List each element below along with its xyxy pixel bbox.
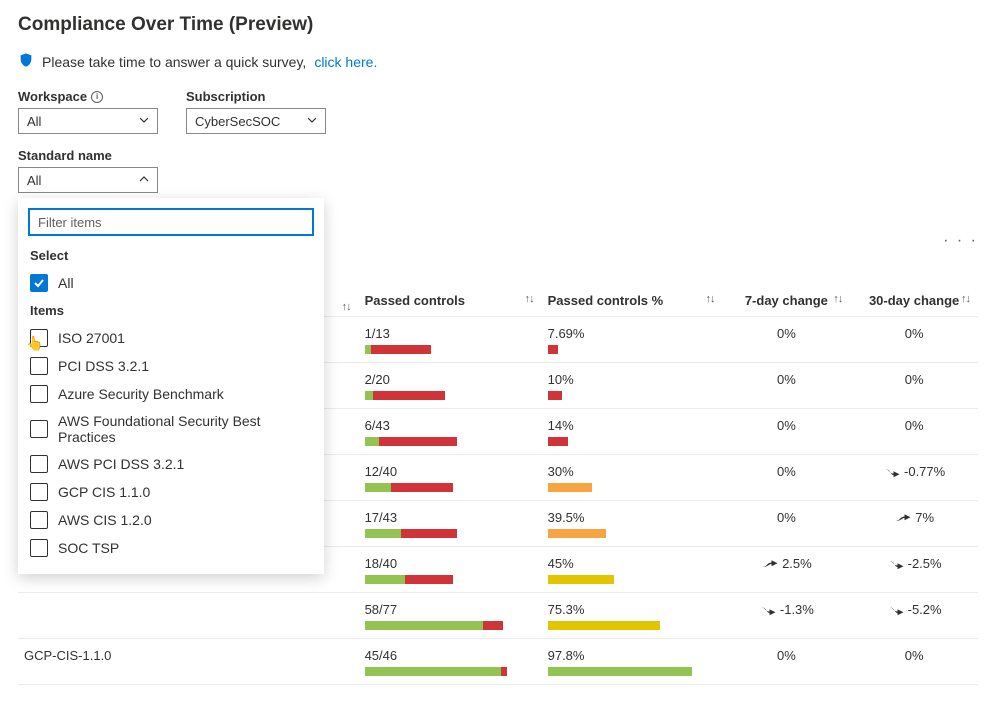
survey-link[interactable]: click here.: [314, 54, 377, 70]
cell-passed-pct: 10%: [542, 363, 723, 409]
checkbox-icon: [30, 539, 48, 557]
survey-text: Please take time to answer a quick surve…: [42, 54, 306, 70]
cell-passed-pct: 39.5%: [542, 501, 723, 547]
select-all-option[interactable]: All: [18, 269, 324, 297]
cell-standard: GCP-CIS-1.1.0: [18, 639, 359, 685]
cell-30day: 7%: [850, 501, 978, 547]
standard-option-label: AWS CIS 1.2.0: [58, 512, 152, 528]
col-passed: Passed controls: [365, 293, 465, 308]
cell-30day: -5.2%: [850, 593, 978, 639]
subscription-dropdown[interactable]: CyberSecSOC: [186, 108, 326, 134]
standard-option[interactable]: AWS PCI DSS 3.2.1: [18, 450, 324, 478]
cell-7day: -1.3%: [723, 593, 851, 639]
sort-button[interactable]: ↑↓: [961, 293, 970, 305]
checkbox-icon: [30, 455, 48, 473]
cell-7day: 0%: [723, 501, 851, 547]
cell-30day: 0%: [850, 363, 978, 409]
standard-option-label: AWS PCI DSS 3.2.1: [58, 456, 184, 472]
standard-option[interactable]: AWS Foundational Security Best Practices: [18, 408, 324, 450]
cell-30day: -0.77%: [850, 455, 978, 501]
cell-7day: 0%: [723, 639, 851, 685]
cell-passed: 1/13: [359, 317, 542, 363]
cell-passed-pct: 14%: [542, 409, 723, 455]
cell-passed-pct: 75.3%: [542, 593, 723, 639]
cell-passed-pct: 30%: [542, 455, 723, 501]
standard-dropdown-panel: Select All Items ISO 27001👆 PCI DSS 3.2.1…: [18, 198, 324, 574]
checkbox-icon: [30, 357, 48, 375]
checkbox-icon: [30, 385, 48, 403]
cell-standard: [18, 593, 359, 639]
standard-option-label: GCP CIS 1.1.0: [58, 484, 150, 500]
cell-30day: 0%: [850, 409, 978, 455]
sort-button[interactable]: ↑↓: [525, 293, 534, 305]
standard-option[interactable]: PCI DSS 3.2.1: [18, 352, 324, 380]
cell-30day: 0%: [850, 639, 978, 685]
select-section-label: Select: [18, 246, 324, 269]
standard-option-label: SOC TSP: [58, 540, 119, 556]
subscription-label: Subscription: [186, 89, 326, 104]
standard-option-label: ISO 27001: [58, 330, 125, 346]
standard-name-dropdown[interactable]: All: [18, 167, 158, 193]
survey-banner: Please take time to answer a quick surve…: [18, 52, 978, 71]
cell-passed: 58/77: [359, 593, 542, 639]
chevron-up-icon: [139, 174, 149, 187]
standard-name-label: Standard name: [18, 148, 978, 163]
col-7d: 7-day change: [745, 293, 828, 308]
checkbox-icon: [30, 329, 48, 347]
table-row[interactable]: GCP-CIS-1.1.045/4697.8%0%0%: [18, 639, 978, 685]
chevron-down-icon: [139, 115, 149, 128]
shield-icon: [18, 52, 34, 71]
cell-7day: 0%: [723, 455, 851, 501]
checkbox-icon: [30, 483, 48, 501]
cell-passed-pct: 97.8%: [542, 639, 723, 685]
standard-option[interactable]: Azure Security Benchmark: [18, 380, 324, 408]
cell-passed-pct: 7.69%: [542, 317, 723, 363]
standard-option[interactable]: ISO 27001👆: [18, 324, 324, 352]
standard-option-label: PCI DSS 3.2.1: [58, 358, 149, 374]
standard-option[interactable]: AWS CIS 1.2.0: [18, 506, 324, 534]
cell-passed: 45/46: [359, 639, 542, 685]
cell-30day: 0%: [850, 317, 978, 363]
standard-option-label: AWS Foundational Security Best Practices: [58, 413, 312, 445]
cell-passed: 18/40: [359, 547, 542, 593]
standard-option[interactable]: SOC TSP: [18, 534, 324, 562]
workspace-label: Workspace i: [18, 89, 158, 104]
cell-passed: 17/43: [359, 501, 542, 547]
col-passed-pct: Passed controls %: [548, 293, 664, 308]
items-section-label: Items: [18, 297, 324, 324]
standard-option[interactable]: GCP CIS 1.1.0: [18, 478, 324, 506]
page-title: Compliance Over Time (Preview): [18, 14, 978, 36]
cell-passed: 12/40: [359, 455, 542, 501]
cell-7day: 0%: [723, 409, 851, 455]
sort-button[interactable]: ↑↓: [342, 301, 351, 313]
checkbox-icon: [30, 511, 48, 529]
filter-items-input[interactable]: [28, 208, 314, 236]
standard-option-label: Azure Security Benchmark: [58, 386, 224, 402]
cell-passed: 2/20: [359, 363, 542, 409]
info-icon[interactable]: i: [91, 91, 103, 103]
chevron-down-icon: [307, 115, 317, 128]
cell-30day: -2.5%: [850, 547, 978, 593]
sort-button[interactable]: ↑↓: [706, 293, 715, 305]
table-row[interactable]: 58/7775.3%-1.3%-5.2%: [18, 593, 978, 639]
workspace-dropdown[interactable]: All: [18, 108, 158, 134]
more-button[interactable]: · · ·: [943, 232, 978, 250]
checkbox-icon: [30, 420, 48, 438]
cell-passed-pct: 45%: [542, 547, 723, 593]
cell-passed: 6/43: [359, 409, 542, 455]
cell-7day: 0%: [723, 317, 851, 363]
checkbox-checked-icon: [30, 274, 48, 292]
col-30d: 30-day change: [869, 293, 959, 308]
cell-7day: 0%: [723, 363, 851, 409]
sort-button[interactable]: ↑↓: [833, 293, 842, 305]
cell-7day: 2.5%: [723, 547, 851, 593]
